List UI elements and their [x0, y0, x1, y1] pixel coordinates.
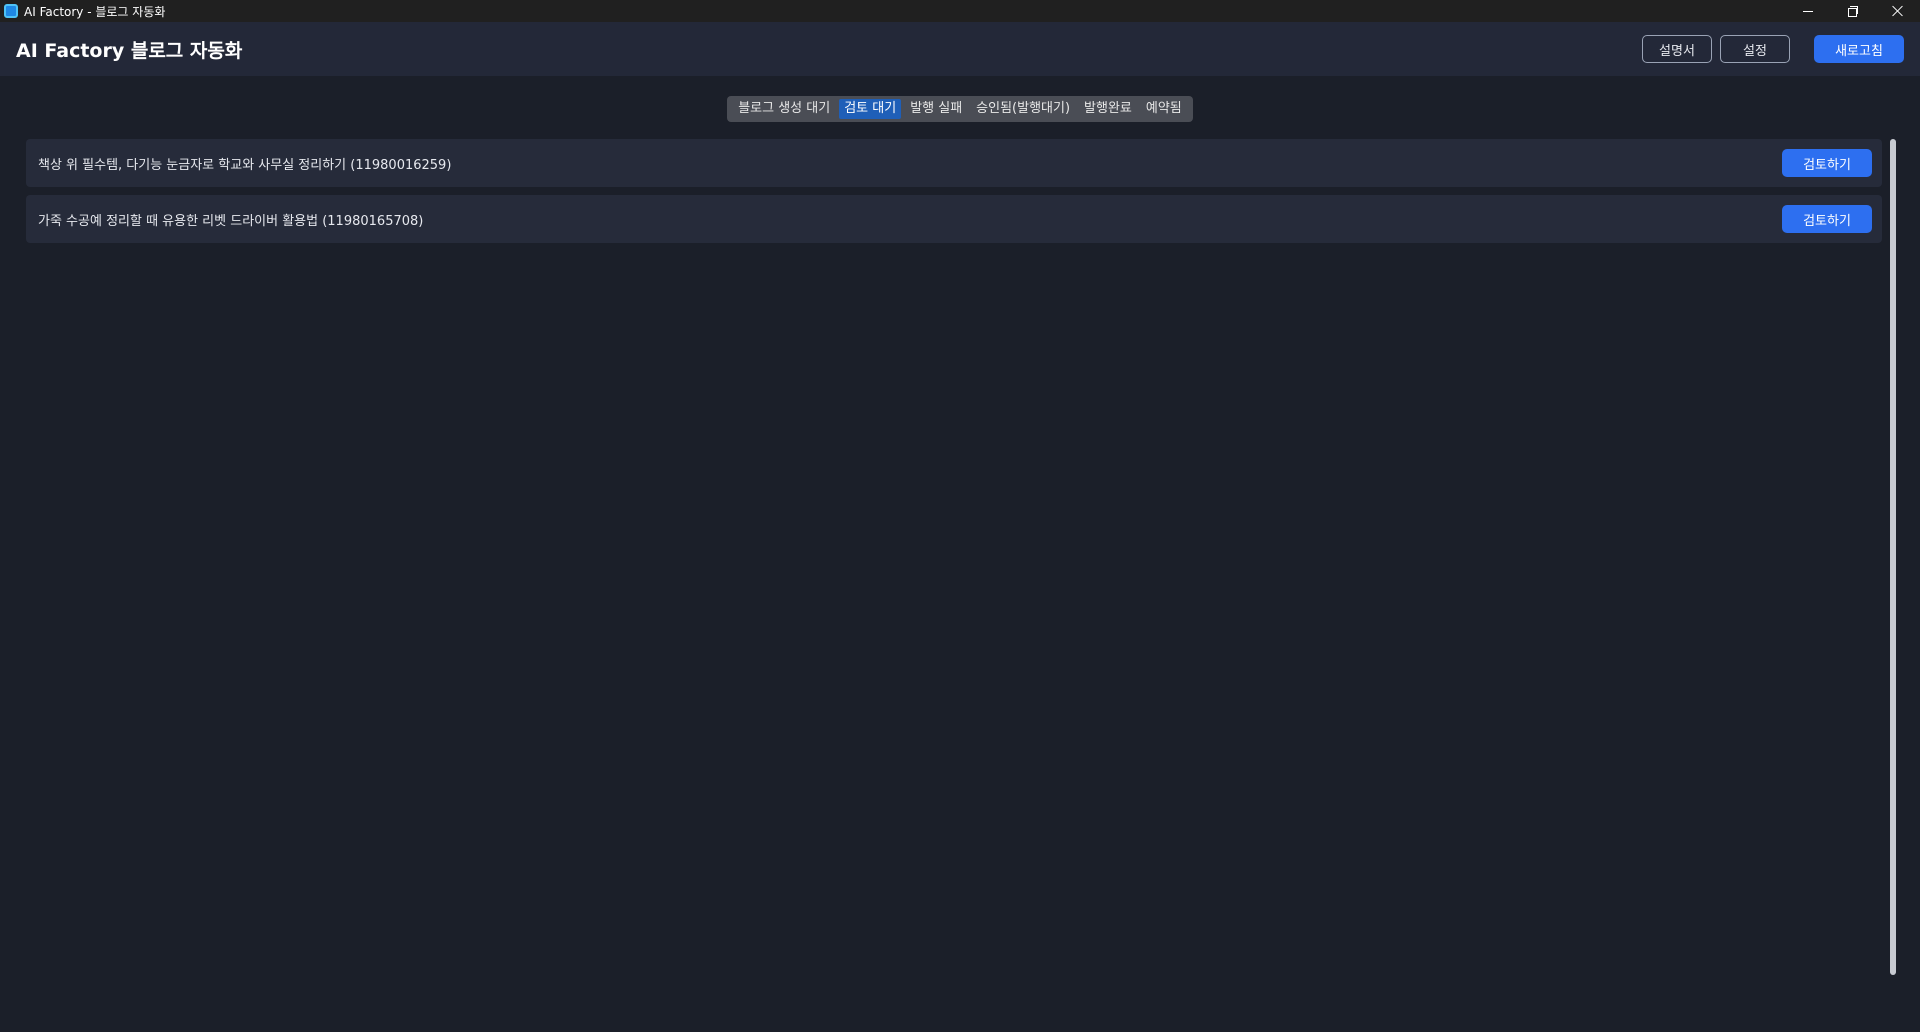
close-button[interactable] [1875, 0, 1920, 22]
settings-button[interactable]: 설정 [1720, 35, 1790, 63]
list-item: 책상 위 필수템, 다기능 눈금자로 학교와 사무실 정리하기 (1198001… [26, 139, 1882, 187]
refresh-button[interactable]: 새로고침 [1814, 35, 1904, 63]
window-controls [1785, 0, 1920, 22]
restore-icon [1847, 6, 1858, 17]
tab-approved[interactable]: 승인됨(발행대기) [971, 99, 1075, 119]
list-item-title: 가죽 수공예 정리할 때 유용한 리벳 드라이버 활용법 (1198016570… [38, 213, 424, 229]
status-tabs: 블로그 생성 대기 검토 대기 발행 실패 승인됨(발행대기) 발행완료 예약됨 [727, 96, 1193, 122]
app-icon [4, 4, 18, 18]
tabs-container: 블로그 생성 대기 검토 대기 발행 실패 승인됨(발행대기) 발행완료 예약됨 [0, 96, 1920, 122]
review-button[interactable]: 검토하기 [1782, 149, 1872, 177]
window-title: AI Factory - 블로그 자동화 [24, 4, 166, 19]
page-title: AI Factory 블로그 자동화 [16, 39, 243, 62]
restore-button[interactable] [1830, 0, 1875, 22]
help-button[interactable]: 설명서 [1642, 35, 1712, 63]
scrollbar-thumb[interactable] [1890, 139, 1896, 975]
window-titlebar: AI Factory - 블로그 자동화 [0, 0, 1920, 22]
scrollbar[interactable] [1890, 139, 1896, 975]
review-button[interactable]: 검토하기 [1782, 205, 1872, 233]
tab-blog-generation-pending[interactable]: 블로그 생성 대기 [733, 99, 835, 119]
list-item-title: 책상 위 필수템, 다기능 눈금자로 학교와 사무실 정리하기 (1198001… [38, 157, 452, 173]
app-header: AI Factory 블로그 자동화 설명서 설정 새로고침 [0, 22, 1920, 76]
tab-publish-failed[interactable]: 발행 실패 [905, 99, 967, 119]
minimize-icon [1802, 10, 1813, 12]
close-icon [1892, 5, 1904, 17]
header-actions: 설명서 설정 새로고침 [1642, 35, 1904, 63]
list-item: 가죽 수공예 정리할 때 유용한 리벳 드라이버 활용법 (1198016570… [26, 195, 1882, 243]
tab-review-pending[interactable]: 검토 대기 [839, 99, 902, 119]
review-list: 책상 위 필수템, 다기능 눈금자로 학교와 사무실 정리하기 (1198001… [26, 139, 1882, 251]
minimize-button[interactable] [1785, 0, 1830, 22]
tab-published[interactable]: 발행완료 [1079, 99, 1137, 119]
tab-scheduled[interactable]: 예약됨 [1141, 99, 1187, 119]
